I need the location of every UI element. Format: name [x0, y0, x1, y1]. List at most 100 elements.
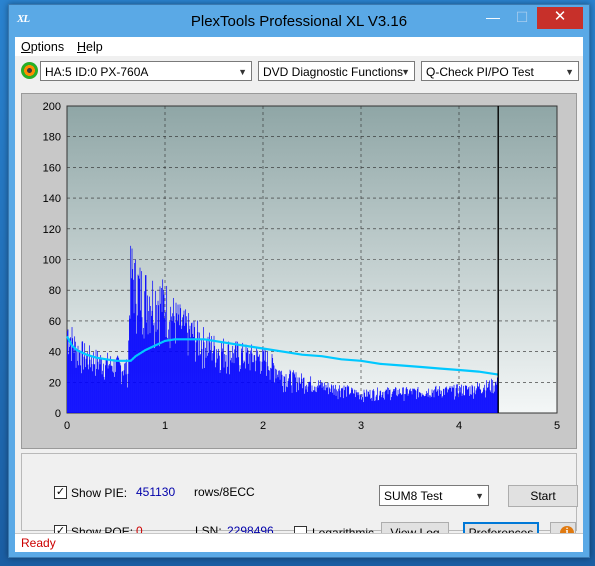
pie-bar — [269, 379, 271, 413]
pie-bar — [451, 386, 453, 413]
pie-bar — [77, 345, 79, 413]
pie-bar — [432, 392, 434, 413]
menu-options[interactable]: Options — [21, 40, 64, 54]
pie-bar — [210, 350, 212, 413]
pie-bar — [174, 322, 176, 413]
pie-bar — [373, 391, 375, 413]
pie-bar — [455, 388, 457, 413]
client-area: Options Help HA:5 ID:0 PX-760A ▼ DVD Dia… — [15, 37, 583, 552]
pie-bar — [421, 396, 422, 413]
pie-bar — [483, 387, 484, 413]
pie-bar — [209, 332, 210, 413]
pie-bar — [128, 340, 130, 413]
pie-bar — [127, 373, 129, 413]
pie-bar — [229, 350, 231, 413]
pie-bar — [465, 385, 466, 413]
pie-bar — [411, 394, 413, 413]
pie-bar — [348, 386, 350, 413]
pie-bar — [227, 366, 228, 413]
pie-bar — [223, 367, 225, 413]
pie-bar — [187, 332, 188, 413]
pie-bar — [120, 365, 122, 413]
pie-bar — [460, 387, 462, 413]
pie-bar — [99, 358, 100, 413]
pie-bar — [400, 393, 402, 413]
pie-bar — [291, 392, 293, 413]
pie-bar — [335, 384, 336, 413]
pie-bar — [347, 385, 348, 413]
pie-bar — [283, 376, 285, 413]
pie-bar — [396, 395, 398, 413]
menu-help[interactable]: Help — [77, 40, 103, 54]
pie-value: 451130 — [136, 485, 176, 499]
pie-bar — [213, 350, 214, 413]
pie-bar — [236, 357, 238, 413]
pie-bar — [359, 399, 360, 413]
pie-bar — [328, 394, 330, 413]
pie-bar — [307, 386, 309, 413]
pie-bar — [471, 384, 473, 413]
pie-bar — [175, 343, 176, 413]
pie-bar — [256, 348, 258, 413]
pie-bar — [104, 379, 106, 413]
pie-bar — [171, 316, 172, 413]
pie-bar — [339, 390, 341, 413]
sum-test-select[interactable]: SUM8 Test ▼ — [379, 485, 489, 506]
pie-bar — [449, 386, 451, 413]
pie-bar — [257, 350, 258, 413]
x-tick-label: 1 — [162, 420, 168, 432]
pie-bar — [147, 295, 148, 413]
pie-bar — [429, 397, 431, 413]
pie-bar — [284, 376, 286, 413]
pie-bar — [233, 363, 235, 413]
pie-bar — [109, 365, 111, 413]
menu-help-mnemonic: H — [77, 40, 87, 54]
pie-bar — [200, 353, 202, 413]
pie-bar — [466, 385, 468, 413]
pie-bar — [418, 397, 420, 413]
pie-bar — [213, 335, 215, 413]
pie-bar — [272, 357, 274, 413]
pie-bar — [276, 369, 278, 413]
x-axis-ticks: 0 1 2 3 4 5 — [64, 420, 560, 432]
pie-bar — [342, 387, 344, 413]
pie-bar — [114, 376, 116, 413]
show-pie-checkbox[interactable]: ✓ — [54, 486, 67, 499]
pie-bar — [99, 364, 101, 413]
test-select[interactable]: Q-Check PI/PO Test ▼ — [421, 61, 579, 81]
pie-bar — [478, 386, 480, 413]
maximize-button[interactable]: ☐ — [508, 7, 536, 29]
drive-select[interactable]: HA:5 ID:0 PX-760A ▼ — [40, 61, 252, 81]
pie-bar — [273, 363, 274, 413]
y-tick-label: 140 — [43, 193, 61, 205]
pie-bar — [301, 378, 303, 413]
chevron-down-icon: ▼ — [565, 67, 574, 77]
pie-bar — [251, 353, 253, 413]
close-button[interactable]: ✕ — [537, 7, 583, 29]
pie-bar — [108, 365, 110, 413]
pie-bar — [447, 392, 448, 413]
function-select[interactable]: DVD Diagnostic Functions ▼ — [258, 61, 415, 81]
pie-bar — [252, 362, 254, 413]
pie-bar — [168, 329, 170, 413]
pie-bar — [266, 375, 268, 413]
pie-bar — [83, 369, 84, 413]
pie-bar — [167, 340, 169, 413]
pie-bar — [485, 397, 486, 413]
minimize-button[interactable]: — — [479, 7, 507, 29]
pie-bar — [150, 305, 152, 413]
y-tick-label: 60 — [49, 316, 61, 328]
pie-bar — [307, 391, 308, 413]
pie-bar — [122, 370, 124, 413]
pie-bar — [175, 302, 177, 413]
pie-bar — [147, 334, 149, 413]
pie-bar — [379, 395, 380, 413]
pie-bar — [313, 390, 314, 413]
pie-bar — [265, 361, 267, 413]
pie-bar — [399, 388, 400, 413]
pie-bar — [257, 356, 259, 413]
pie-bar — [374, 400, 376, 413]
pie-bar — [73, 353, 75, 413]
start-button[interactable]: Start — [508, 485, 578, 507]
pie-bar — [383, 391, 385, 413]
